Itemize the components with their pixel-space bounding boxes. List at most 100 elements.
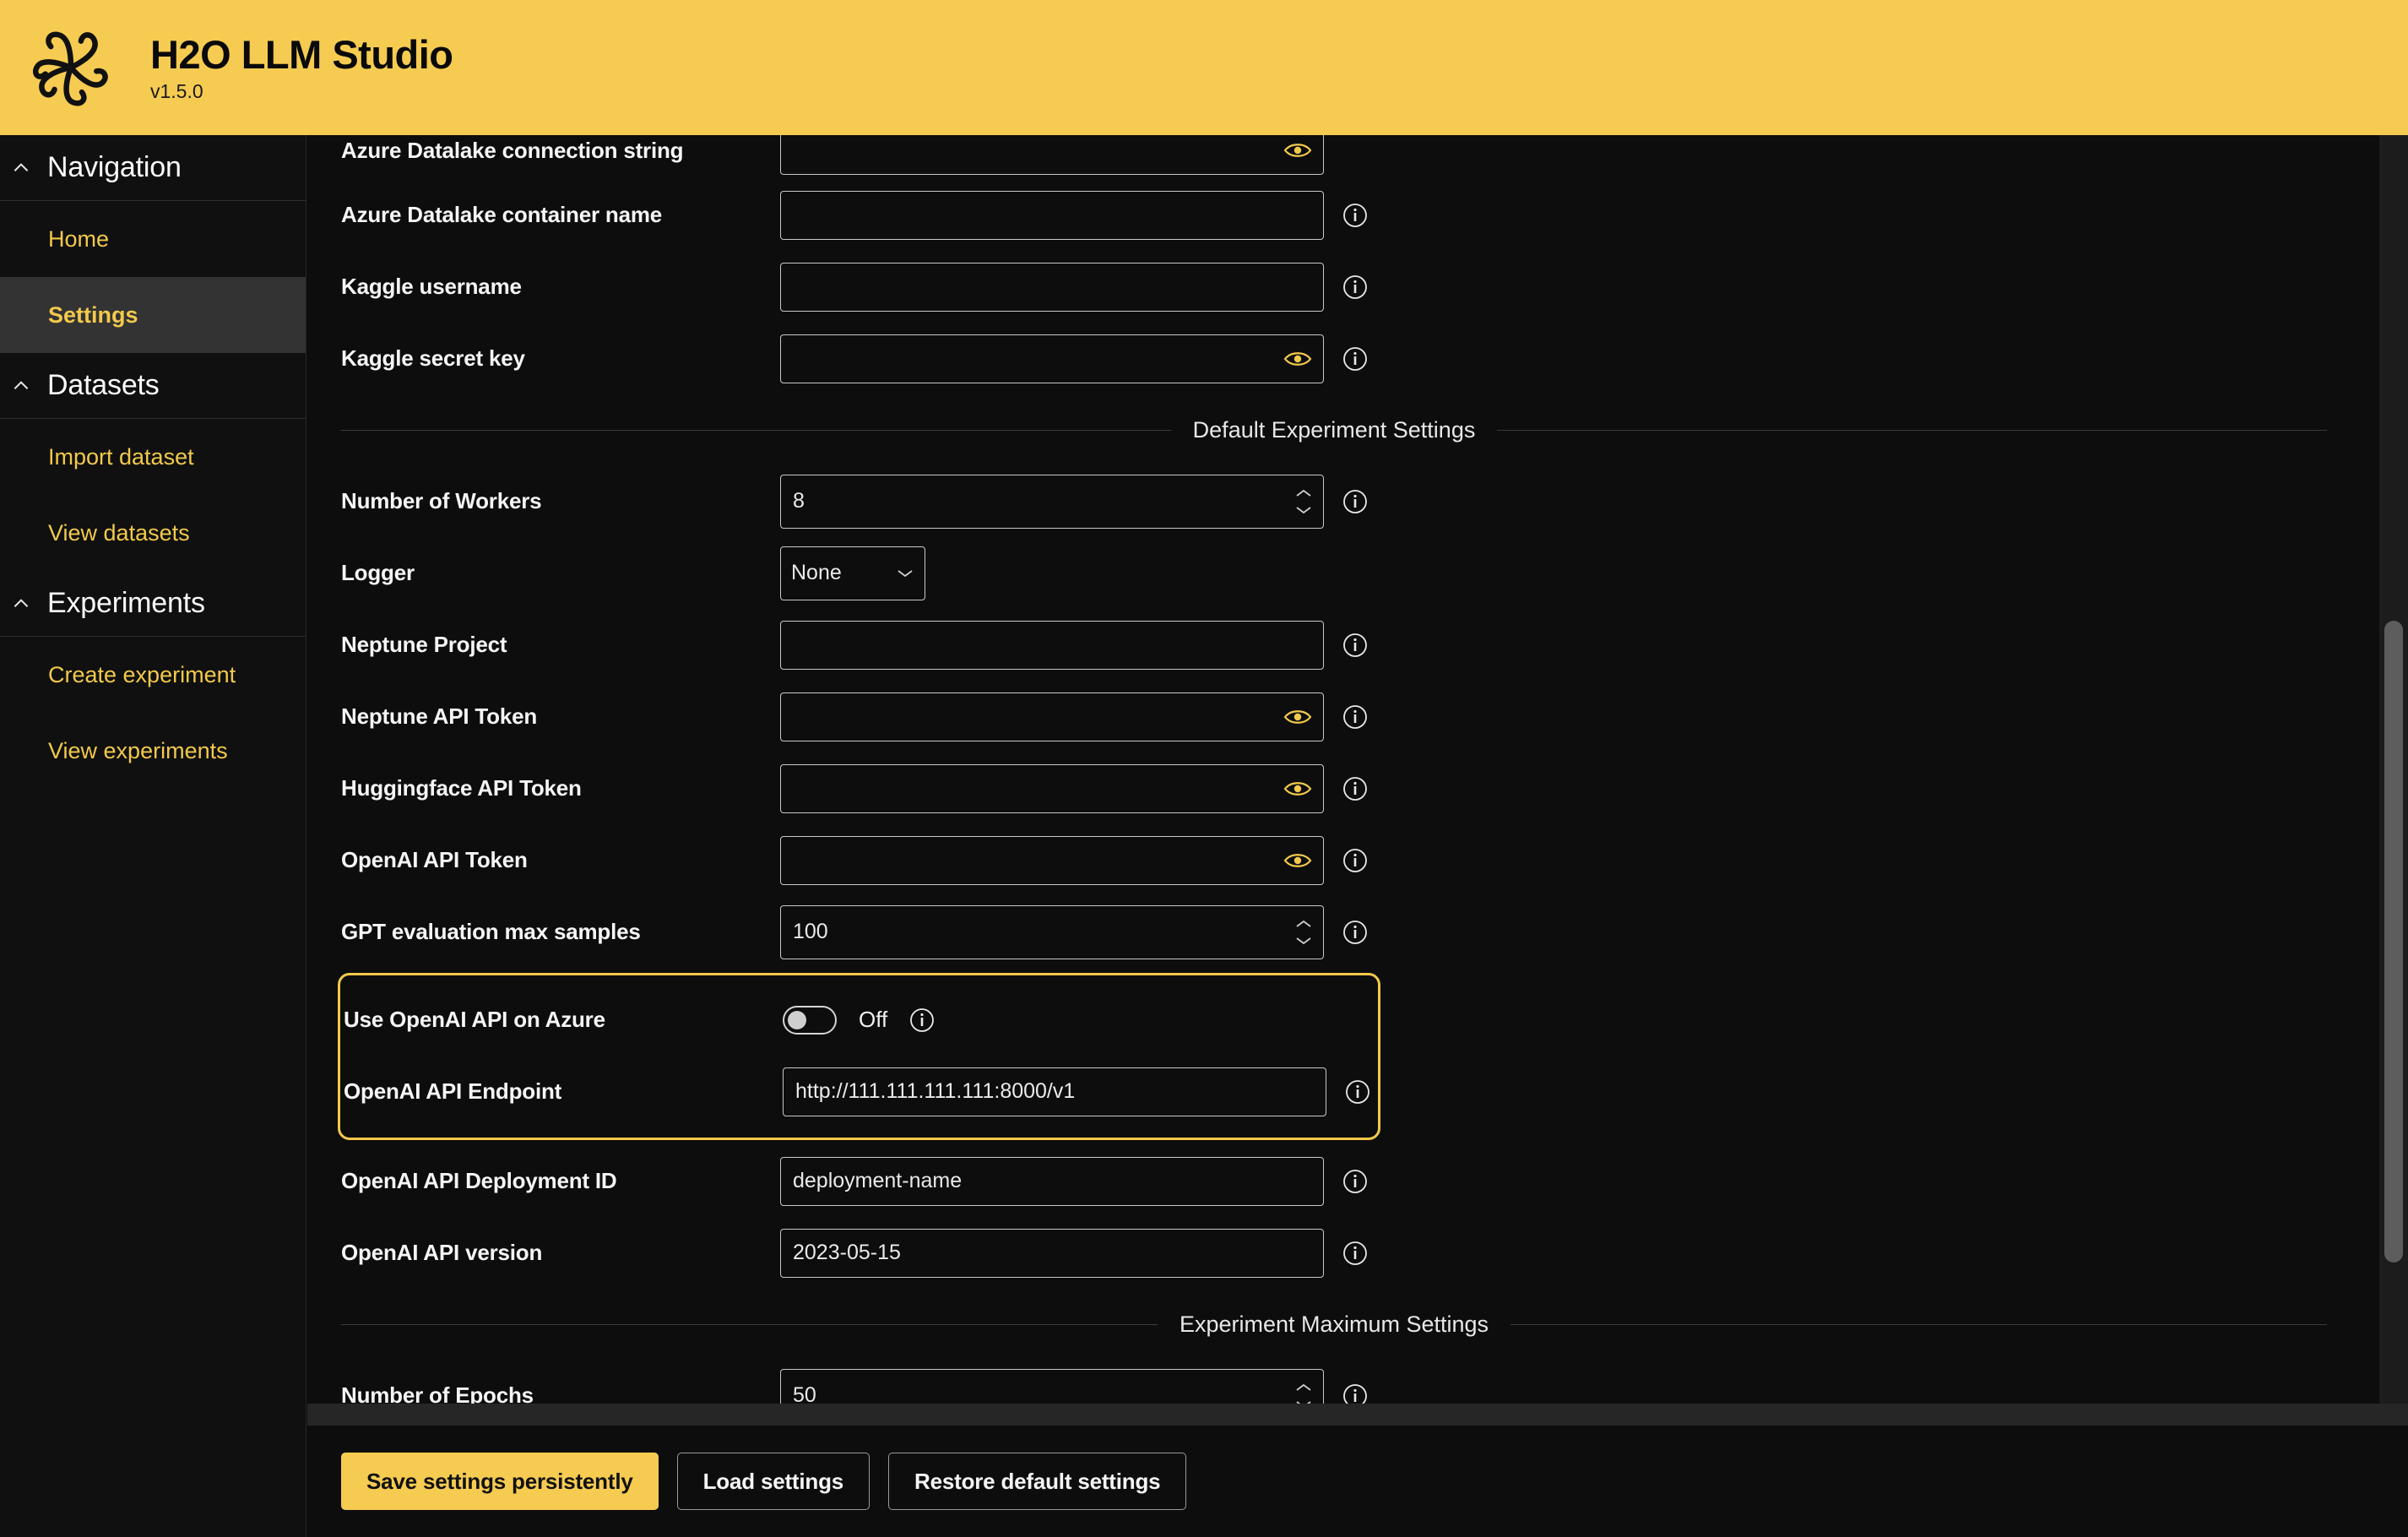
section-title: Experiment Maximum Settings [1179, 1311, 1489, 1337]
sidebar-item-home[interactable]: Home [0, 201, 306, 277]
info-icon[interactable] [1342, 848, 1368, 873]
eye-icon[interactable] [1283, 779, 1312, 798]
field-label: Neptune API Token [341, 703, 538, 729]
number-of-workers-stepper[interactable]: 8 [780, 474, 1324, 529]
field-wrap [780, 692, 1324, 741]
eye-icon[interactable] [1283, 708, 1312, 726]
form-row-openai-api-deployment-id: OpenAI API Deployment ID deployment-name [307, 1145, 2361, 1217]
app-title: H2O LLM Studio [150, 31, 453, 77]
neptune-project-input[interactable] [780, 620, 1324, 670]
chevron-down-icon [1296, 937, 1311, 944]
settings-scroll-area[interactable]: Azure Datalake connection string Azure D… [307, 135, 2408, 1404]
vertical-scrollbar-track[interactable] [2379, 135, 2408, 1404]
form-row-number-of-epochs: Number of Epochs 50 [307, 1360, 2361, 1404]
form-row-number-of-workers: Number of Workers 8 [307, 465, 2361, 537]
logger-select[interactable]: None [780, 546, 925, 600]
eye-icon[interactable] [1283, 851, 1312, 870]
brand-block: H2O LLM Studio v1.5.0 [150, 31, 453, 101]
info-icon[interactable] [1342, 1241, 1368, 1266]
sidebar-item-label: Settings [48, 301, 138, 328]
kaggle-username-input[interactable] [780, 262, 1324, 312]
field-label: Neptune Project [341, 632, 507, 657]
openai-api-version-input[interactable]: 2023-05-15 [780, 1228, 1324, 1278]
azure-connection-string-input[interactable] [780, 135, 1324, 175]
info-icon[interactable] [1342, 776, 1368, 801]
field-label: Use OpenAI API on Azure [344, 1007, 605, 1032]
divider-line-right [1510, 1323, 2327, 1325]
field-label: OpenAI API Token [341, 847, 528, 872]
field-label: Huggingface API Token [341, 775, 582, 801]
sidebar-group-experiments[interactable]: Experiments [0, 571, 306, 637]
chevron-up-icon [10, 593, 32, 615]
stepper-value: 50 [793, 1383, 816, 1404]
form-row-logger: Logger None [307, 537, 2361, 609]
field-label: Kaggle username [341, 274, 522, 299]
info-icon[interactable] [1342, 203, 1368, 228]
form-row-azure-connection-string: Azure Datalake connection string [307, 135, 2361, 179]
number-of-epochs-stepper[interactable]: 50 [780, 1368, 1324, 1404]
sidebar-item-view-datasets[interactable]: View datasets [0, 495, 306, 571]
section-divider-experiment-maximum-settings: Experiment Maximum Settings [307, 1289, 2361, 1360]
field-label: Number of Workers [341, 488, 542, 513]
divider-line-left [341, 429, 1171, 431]
stepper-value: 8 [793, 489, 805, 513]
field-wrap: 2023-05-15 [780, 1228, 1324, 1278]
save-settings-persistently-button[interactable]: Save settings persistently [341, 1453, 659, 1510]
horizontal-scrollbar-track[interactable] [307, 1404, 2408, 1426]
vertical-scrollbar-thumb[interactable] [2384, 621, 2403, 1263]
field-label: Azure Datalake container name [341, 202, 663, 227]
openai-api-endpoint-input[interactable]: http://111.111.111.111:8000/v1 [783, 1067, 1326, 1116]
field-label: Kaggle secret key [341, 345, 525, 371]
use-openai-api-on-azure-toggle[interactable] [783, 1005, 837, 1035]
sidebar-item-label: Home [48, 225, 110, 252]
info-icon[interactable] [1342, 704, 1368, 730]
openai-api-deployment-id-input[interactable]: deployment-name [780, 1156, 1324, 1206]
info-icon[interactable] [1342, 489, 1368, 514]
field-wrap [780, 262, 1324, 312]
info-icon[interactable] [1342, 346, 1368, 372]
sidebar-group-label: Experiments [47, 587, 205, 619]
sidebar-group-navigation[interactable]: Navigation [0, 135, 306, 201]
field-wrap: 50 [780, 1368, 1324, 1404]
sidebar-item-label: Create experiment [48, 661, 236, 687]
info-icon[interactable] [1345, 1079, 1370, 1105]
info-icon[interactable] [1342, 633, 1368, 658]
eye-icon[interactable] [1283, 141, 1312, 160]
form-row-neptune-project: Neptune Project [307, 609, 2361, 681]
field-label: OpenAI API version [341, 1240, 543, 1265]
form-row-kaggle-username: Kaggle username [307, 251, 2361, 323]
settings-action-bar: Save settings persistently Load settings… [307, 1426, 2408, 1537]
info-icon[interactable] [1342, 1169, 1368, 1194]
field-wrap [780, 135, 1324, 175]
sidebar-item-import-dataset[interactable]: Import dataset [0, 419, 306, 495]
app-window: H2O LLM Studio v1.5.0 Navigation Home Se… [0, 0, 2408, 1537]
sidebar-group-datasets[interactable]: Datasets [0, 353, 306, 419]
eye-icon[interactable] [1283, 350, 1312, 368]
restore-default-settings-button[interactable]: Restore default settings [888, 1453, 1187, 1510]
form-row-openai-api-token: OpenAI API Token [307, 824, 2361, 896]
gpt-eval-max-samples-stepper[interactable]: 100 [780, 904, 1324, 959]
chevron-down-icon [898, 569, 913, 577]
info-icon[interactable] [1342, 274, 1368, 300]
stepper-arrows[interactable] [1294, 475, 1313, 528]
neptune-api-token-input[interactable] [780, 692, 1324, 741]
field-wrap: 100 [780, 904, 1324, 959]
chevron-up-icon [1296, 920, 1311, 927]
sidebar-item-label: View datasets [48, 519, 190, 546]
load-settings-button[interactable]: Load settings [676, 1453, 870, 1510]
stepper-arrows[interactable] [1294, 906, 1313, 959]
info-icon[interactable] [1342, 920, 1368, 945]
azure-container-name-input[interactable] [780, 190, 1324, 240]
divider-line-right [1497, 429, 2328, 431]
kaggle-secret-key-input[interactable] [780, 334, 1324, 383]
form-row-kaggle-secret-key: Kaggle secret key [307, 323, 2361, 394]
sidebar-item-settings[interactable]: Settings [0, 277, 306, 353]
huggingface-api-token-input[interactable] [780, 763, 1324, 813]
info-icon[interactable] [1342, 1383, 1368, 1404]
stepper-arrows[interactable] [1294, 1370, 1313, 1404]
sidebar-item-create-experiment[interactable]: Create experiment [0, 637, 306, 713]
form-row-use-openai-api-on-azure: Use OpenAI API on Azure Off [340, 984, 1378, 1056]
info-icon[interactable] [909, 1007, 935, 1033]
openai-api-token-input[interactable] [780, 835, 1324, 885]
sidebar-item-view-experiments[interactable]: View experiments [0, 713, 306, 789]
